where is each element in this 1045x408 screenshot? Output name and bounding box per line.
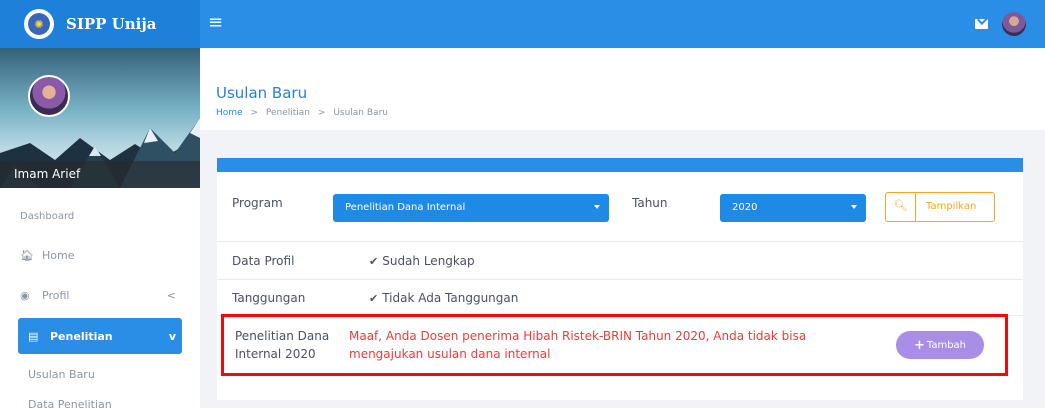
breadcrumb: Home > Penelitian > Usulan Baru [216, 108, 388, 118]
top-navbar: ✺ SIPP Unija ≡ [0, 0, 1045, 48]
data-profil-label: Data Profil [232, 254, 295, 268]
sidebar: Imam Arief Dashboard 🏠︎ Home ◉ Profil < … [0, 48, 200, 408]
sidebar-subitem-data-penelitian[interactable]: Data Penelitian [28, 398, 112, 408]
file-icon: ▤ [28, 329, 39, 343]
alert-message: Maaf, Anda Dosen penerima Hibah Ristek-B… [349, 329, 807, 361]
program-label: Program [232, 196, 283, 210]
sidebar-item-label: Home [42, 248, 75, 262]
highlighted-alert-row: Penelitian Dana Internal 2020 Maaf, Anda… [221, 314, 1008, 376]
program-select-value: Penelitian Dana Internal [345, 202, 466, 213]
profile-avatar[interactable] [28, 75, 70, 117]
sidebar-item-profil[interactable]: ◉ Profil < [20, 280, 182, 310]
tambah-button[interactable]: + Tambah [896, 331, 984, 359]
sidebar-item-label: Penelitian [50, 329, 113, 343]
data-profil-value: ✔ Sudah Lengkap [369, 254, 475, 268]
sidebar-heading-dashboard: Dashboard [20, 211, 75, 222]
program-select[interactable]: Penelitian Dana Internal [333, 194, 609, 222]
app-name: SIPP Unija [66, 15, 157, 33]
check-icon: ✔ [369, 255, 379, 268]
tahun-select-value: 2020 [732, 202, 758, 213]
tahun-select[interactable]: 2020 [720, 194, 866, 222]
profile-banner: Imam Arief [0, 48, 200, 188]
sidebar-item-home[interactable]: 🏠︎ Home [20, 240, 182, 270]
plus-icon: + [913, 337, 925, 353]
tanggungan-row: Tanggungan ✔ Tidak Ada Tanggungan [217, 280, 1023, 316]
search-icon: 🔍︎ [886, 193, 916, 221]
card-header-bar [217, 158, 1023, 172]
breadcrumb-home[interactable]: Home [216, 108, 243, 118]
chevron-down-icon: v [168, 329, 176, 343]
caret-down-icon [851, 205, 857, 209]
check-icon: ✔ [369, 292, 379, 305]
hamburger-menu-icon[interactable]: ≡ [208, 14, 223, 32]
tanggungan-value: ✔ Tidak Ada Tanggungan [369, 291, 518, 305]
filter-row: Program Penelitian Dana Internal Tahun 2… [217, 172, 1023, 242]
user-circle-icon: ◉ [20, 288, 30, 302]
university-logo-icon: ✺ [24, 9, 54, 39]
page-header: Usulan Baru Home > Penelitian > Usulan B… [200, 48, 1045, 130]
tambah-label: Tambah [926, 339, 967, 351]
breadcrumb-separator: > [250, 108, 258, 118]
tanggungan-label: Tanggungan [232, 291, 306, 305]
tahun-label: Tahun [632, 196, 668, 210]
breadcrumb-separator: > [317, 108, 326, 118]
brand[interactable]: ✺ SIPP Unija [0, 0, 200, 48]
profile-name: Imam Arief [0, 161, 200, 188]
sidebar-item-label: Profil [42, 288, 70, 302]
alert-row-label: Penelitian Dana Internal 2020 [235, 329, 330, 361]
breadcrumb-current: Usulan Baru [333, 108, 388, 118]
breadcrumb-penelitian[interactable]: Penelitian [266, 108, 310, 118]
mail-icon[interactable] [975, 19, 988, 29]
data-profil-status: Sudah Lengkap [382, 254, 475, 268]
user-avatar-icon[interactable] [1002, 12, 1026, 36]
tampilkan-label: Tampilkan [926, 201, 977, 212]
tampilkan-button[interactable]: 🔍︎ Tampilkan [885, 192, 995, 222]
home-icon: 🏠︎ [20, 248, 34, 262]
sidebar-item-penelitian[interactable]: ▤ Penelitian v [18, 318, 182, 354]
chevron-left-icon: < [166, 288, 176, 302]
data-profil-row: Data Profil ✔ Sudah Lengkap [217, 242, 1023, 280]
tanggungan-status: Tidak Ada Tanggungan [382, 291, 519, 305]
sidebar-subitem-usulan-baru[interactable]: Usulan Baru [28, 368, 95, 381]
caret-down-icon [594, 205, 600, 209]
page-title: Usulan Baru [216, 84, 308, 102]
